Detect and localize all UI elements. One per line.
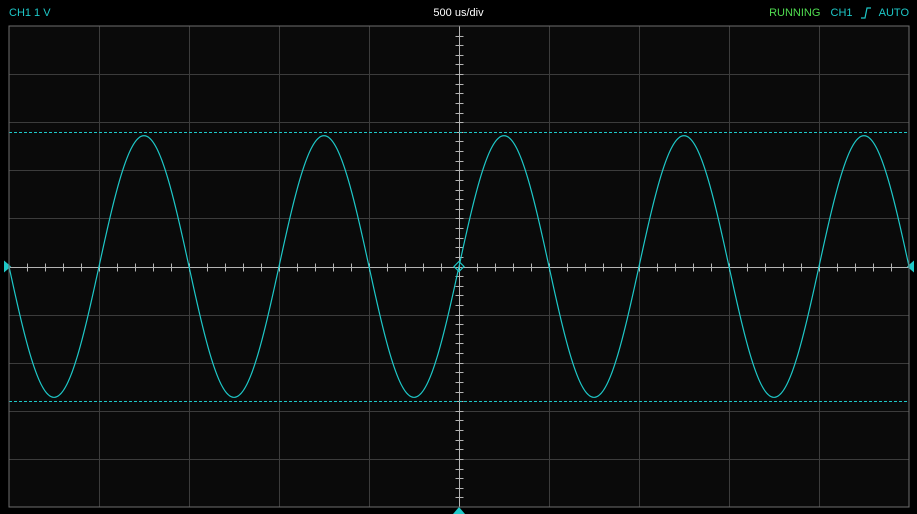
- trigger-status: RUNNING CH1 AUTO: [769, 0, 909, 26]
- run-state-label[interactable]: RUNNING: [769, 0, 820, 26]
- rising-edge-icon[interactable]: [860, 0, 872, 26]
- trigger-mode-label[interactable]: AUTO: [879, 0, 909, 26]
- trigger-position-marker[interactable]: [453, 507, 465, 514]
- status-bar: CH1 1 V 500 us/div RUNNING CH1 AUTO: [0, 0, 917, 26]
- trigger-channel-label[interactable]: CH1: [831, 0, 853, 26]
- scope-display: [4, 25, 914, 514]
